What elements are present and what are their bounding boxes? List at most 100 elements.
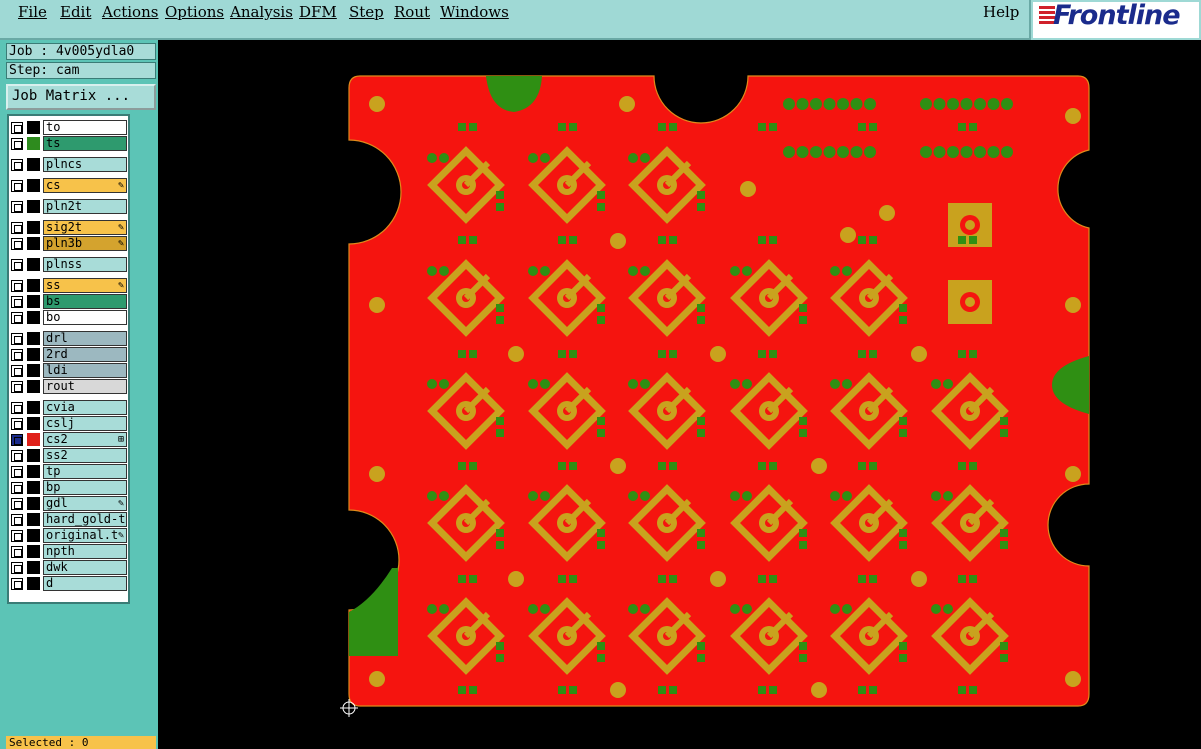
layer-color-swatch[interactable] (27, 258, 40, 271)
menu-analysis[interactable]: Analysis (230, 3, 293, 21)
layer-row-bp[interactable]: bp (8, 480, 128, 495)
layer-row-bs[interactable]: bs (8, 294, 128, 309)
layer-color-swatch[interactable] (27, 364, 40, 377)
menu-file[interactable]: File (18, 3, 47, 21)
layer-name[interactable]: 2rd (43, 347, 127, 362)
layer-row-ldi[interactable]: ldi (8, 363, 128, 378)
layer-name[interactable]: pln3b ✎ (43, 236, 127, 251)
layer-name[interactable]: rout (43, 379, 127, 394)
layer-name[interactable]: bo (43, 310, 127, 325)
layer-checkbox[interactable] (11, 280, 23, 292)
layer-checkbox[interactable] (11, 450, 23, 462)
layer-color-swatch[interactable] (27, 481, 40, 494)
layer-row-d[interactable]: d (8, 576, 128, 591)
layer-checkbox[interactable] (11, 349, 23, 361)
layer-row-hard_gold-t[interactable]: hard_gold-t (8, 512, 128, 527)
layer-color-swatch[interactable] (27, 332, 40, 345)
layer-checkbox[interactable] (11, 530, 23, 542)
layer-row-to[interactable]: to (8, 120, 128, 135)
layer-color-swatch[interactable] (27, 200, 40, 213)
layer-checkbox[interactable] (11, 238, 23, 250)
layer-row-ss[interactable]: ss ✎ (8, 278, 128, 293)
layer-name[interactable]: dwk (43, 560, 127, 575)
layer-name[interactable]: cs2 ⊞ (43, 432, 127, 447)
layer-name[interactable]: ss ✎ (43, 278, 127, 293)
layer-row-pln2t[interactable]: pln2t (8, 199, 128, 214)
layer-row-gdl[interactable]: gdl ✎ (8, 496, 128, 511)
layer-row-cs2[interactable]: cs2 ⊞ (8, 432, 128, 447)
layer-checkbox[interactable] (11, 418, 23, 430)
layer-checkbox[interactable] (11, 365, 23, 377)
layer-checkbox[interactable] (11, 466, 23, 478)
layer-row-bo[interactable]: bo (8, 310, 128, 325)
menu-edit[interactable]: Edit (60, 3, 91, 21)
layer-row-pln3b[interactable]: pln3b ✎ (8, 236, 128, 251)
layer-checkbox[interactable] (11, 180, 23, 192)
layer-checkbox[interactable] (11, 381, 23, 393)
layer-color-swatch[interactable] (27, 137, 40, 150)
layer-color-swatch[interactable] (27, 279, 40, 292)
layer-name[interactable]: cs ✎ (43, 178, 127, 193)
layer-name[interactable]: bp (43, 480, 127, 495)
layer-row-tp[interactable]: tp (8, 464, 128, 479)
layer-name[interactable]: npth (43, 544, 127, 559)
pcb-view[interactable] (158, 40, 1201, 749)
layer-checkbox[interactable] (11, 434, 23, 446)
layer-name[interactable]: ldi (43, 363, 127, 378)
layer-row-sig2t[interactable]: sig2t ✎ (8, 220, 128, 235)
layer-name[interactable]: plncs (43, 157, 127, 172)
layer-color-swatch[interactable] (27, 417, 40, 430)
layer-color-swatch[interactable] (27, 545, 40, 558)
layer-row-plncs[interactable]: plncs (8, 157, 128, 172)
layer-checkbox[interactable] (11, 578, 23, 590)
layer-color-swatch[interactable] (27, 380, 40, 393)
layer-row-2rd[interactable]: 2rd (8, 347, 128, 362)
layer-name[interactable]: plnss (43, 257, 127, 272)
layer-row-cs[interactable]: cs ✎ (8, 178, 128, 193)
layer-color-swatch[interactable] (27, 121, 40, 134)
layer-color-swatch[interactable] (27, 449, 40, 462)
layer-name[interactable]: tp (43, 464, 127, 479)
layer-checkbox[interactable] (11, 312, 23, 324)
layer-name[interactable]: hard_gold-t (43, 512, 127, 527)
menu-options[interactable]: Options (165, 3, 224, 21)
layer-name[interactable]: ts (43, 136, 127, 151)
layer-row-ts[interactable]: ts (8, 136, 128, 151)
layer-checkbox[interactable] (11, 201, 23, 213)
layer-checkbox[interactable] (11, 562, 23, 574)
layer-color-swatch[interactable] (27, 179, 40, 192)
layer-checkbox[interactable] (11, 296, 23, 308)
layer-name[interactable]: ss2 (43, 448, 127, 463)
layer-name[interactable]: bs (43, 294, 127, 309)
layer-row-original.t[interactable]: original.t ✎ (8, 528, 128, 543)
layer-name[interactable]: d (43, 576, 127, 591)
layer-name[interactable]: pln2t (43, 199, 127, 214)
layer-color-swatch[interactable] (27, 577, 40, 590)
layer-checkbox[interactable] (11, 333, 23, 345)
layer-checkbox[interactable] (11, 159, 23, 171)
layer-row-plnss[interactable]: plnss (8, 257, 128, 272)
menu-help[interactable]: Help (983, 3, 1019, 21)
layer-color-swatch[interactable] (27, 465, 40, 478)
layer-name[interactable]: cslj (43, 416, 127, 431)
menu-dfm[interactable]: DFM (299, 3, 337, 21)
layer-row-ss2[interactable]: ss2 (8, 448, 128, 463)
layer-color-swatch[interactable] (27, 221, 40, 234)
layer-checkbox[interactable] (11, 514, 23, 526)
layer-name[interactable]: gdl ✎ (43, 496, 127, 511)
layer-name[interactable]: to (43, 120, 127, 135)
layer-row-dwk[interactable]: dwk (8, 560, 128, 575)
layer-checkbox[interactable] (11, 546, 23, 558)
menu-windows[interactable]: Windows (440, 3, 509, 21)
layer-checkbox[interactable] (11, 482, 23, 494)
layer-color-swatch[interactable] (27, 158, 40, 171)
layer-row-cslj[interactable]: cslj (8, 416, 128, 431)
layer-name[interactable]: cvia (43, 400, 127, 415)
layer-color-swatch[interactable] (27, 513, 40, 526)
layer-color-swatch[interactable] (27, 401, 40, 414)
layer-checkbox[interactable] (11, 122, 23, 134)
graphic-area[interactable] (158, 40, 1201, 749)
layer-checkbox[interactable] (11, 222, 23, 234)
menu-rout[interactable]: Rout (394, 3, 430, 21)
layer-color-swatch[interactable] (27, 311, 40, 324)
